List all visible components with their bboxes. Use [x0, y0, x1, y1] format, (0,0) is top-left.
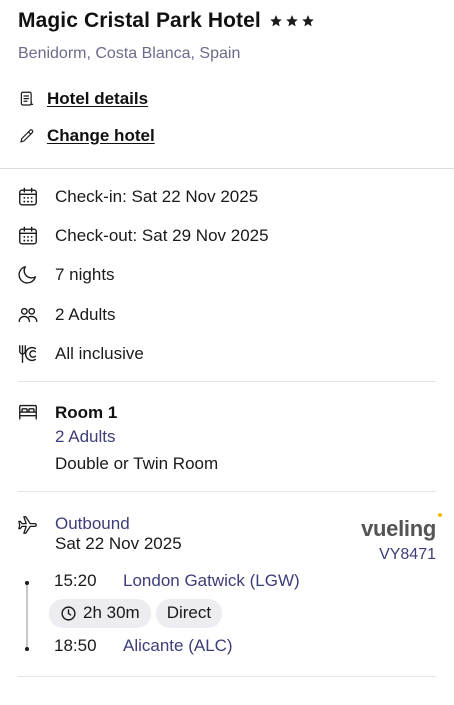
stops-chip: Direct: [155, 598, 223, 628]
checkin-date: Check-in: Sat 22 Nov 2025: [55, 186, 259, 206]
room-title: Room 1: [55, 402, 118, 422]
duration-chip: 2h 30m: [49, 598, 151, 628]
board-row: All inclusive: [17, 335, 436, 374]
bed-icon: [19, 404, 37, 420]
flight-date: Sat 22 Nov 2025: [55, 533, 182, 553]
hotel-name: Magic Cristal Park Hotel: [18, 9, 261, 32]
departure-airport: London Gatwick (LGW): [123, 570, 300, 590]
timeline-dot-arrival: [25, 646, 29, 651]
departure-row: 15:20 London Gatwick (LGW): [17, 567, 436, 595]
hotel-details-link[interactable]: Hotel details: [47, 89, 148, 109]
flight-timeline: 15:20 London Gatwick (LGW) 2h 30m Direct…: [17, 567, 436, 660]
flight-section: Outbound Sat 22 Nov 2025 vueling VY8471 …: [0, 492, 454, 660]
hotel-location: Benidorm, Costa Blanca, Spain: [18, 45, 241, 62]
airline-logo: vueling: [361, 512, 442, 542]
change-hotel-row[interactable]: Change hotel: [18, 117, 436, 154]
calendar-icon: [19, 226, 37, 245]
flight-chips: 2h 30m Direct: [17, 598, 436, 628]
checkout-date: Check-out: Sat 29 Nov 2025: [55, 226, 269, 246]
room-type: Double or Twin Room: [55, 453, 219, 473]
checkout-row: Check-out: Sat 29 Nov 2025: [17, 216, 436, 255]
star-rating: [269, 14, 315, 28]
plane-icon: [18, 516, 37, 534]
airline-block: vueling VY8471: [361, 512, 442, 564]
moon-icon: [18, 266, 37, 285]
nights-count: 7 nights: [55, 265, 115, 285]
arrival-time: 18:50: [54, 635, 97, 655]
star-icon: [301, 15, 314, 27]
pencil-icon: [20, 128, 34, 143]
timeline-line: [26, 582, 28, 647]
room-guests: 2 Adults: [55, 426, 116, 446]
departure-time: 15:20: [54, 570, 97, 590]
board-type: All inclusive: [55, 344, 144, 364]
flight-direction: Outbound: [55, 513, 130, 533]
flight-info: Outbound Sat 22 Nov 2025: [55, 514, 182, 554]
hotel-header: Magic Cristal Park Hotel Benidorm, Costa…: [0, 0, 454, 154]
hotel-links: Hotel details Change hotel: [18, 80, 436, 154]
flight-stops: Direct: [166, 603, 212, 623]
change-hotel-link[interactable]: Change hotel: [47, 126, 155, 146]
document-icon: [20, 91, 34, 106]
room-section: Room 1 2 Adults Double or Twin Room: [0, 382, 454, 491]
hotel-details-row[interactable]: Hotel details: [18, 80, 436, 117]
flight-number: VY8471: [379, 545, 436, 563]
star-icon: [269, 15, 282, 27]
arrival-airport: Alicante (ALC): [123, 635, 233, 655]
guests-count: 2 Adults: [55, 304, 116, 324]
timeline-dot-departure: [25, 580, 29, 585]
arrival-row: 18:50 Alicante (ALC): [17, 632, 436, 660]
people-icon: [18, 307, 38, 322]
guests-row: 2 Adults: [17, 295, 436, 334]
clock-icon: [61, 606, 76, 621]
airline-name: vueling: [361, 515, 436, 541]
stay-info-list: Check-in: Sat 22 Nov 2025 Check-out: Sat…: [0, 169, 454, 374]
cutlery-icon: [19, 345, 37, 364]
room-details: Room 1 2 Adults Double or Twin Room: [55, 401, 218, 477]
divider: [18, 675, 436, 677]
star-icon: [285, 15, 298, 27]
hotel-title-row: Magic Cristal Park Hotel: [18, 6, 436, 36]
calendar-icon: [19, 187, 37, 206]
nights-row: 7 nights: [17, 256, 436, 295]
checkin-row: Check-in: Sat 22 Nov 2025: [17, 177, 436, 216]
airline-logo-dot: [438, 512, 442, 517]
flight-duration: 2h 30m: [83, 603, 140, 623]
